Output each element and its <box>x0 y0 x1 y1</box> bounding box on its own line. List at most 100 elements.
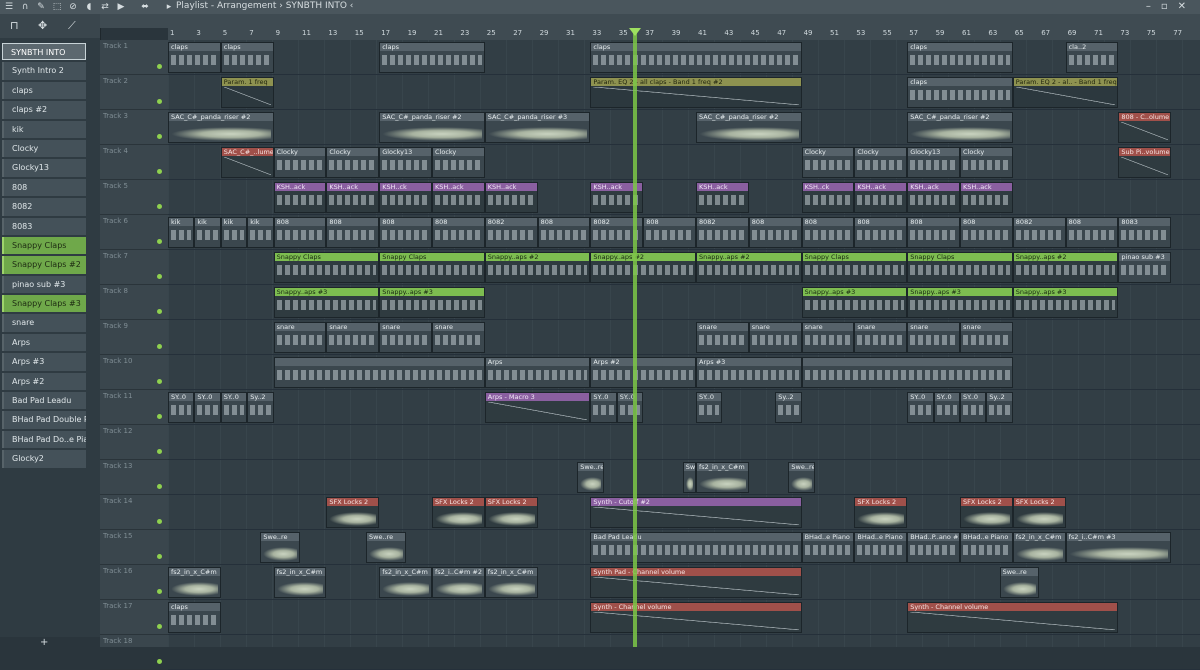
track-header[interactable]: Track 2 <box>100 75 168 110</box>
arrows-icon[interactable]: ⬌ <box>140 2 150 12</box>
playlist-clip[interactable]: claps <box>168 42 221 73</box>
playlist-clip[interactable]: Snappy..aps #3 <box>907 287 1013 318</box>
track-mute-led[interactable] <box>157 309 162 314</box>
playlist-clip[interactable] <box>273 357 485 388</box>
track-mute-led[interactable] <box>157 379 162 384</box>
playlist-clip[interactable]: fs2_in_x_C#m <box>273 567 327 598</box>
playhead[interactable] <box>633 28 637 647</box>
playlist-clip[interactable]: 808 <box>960 217 1013 248</box>
pattern-item[interactable]: 808 <box>2 178 86 197</box>
playlist-clip[interactable]: snare <box>432 322 485 353</box>
playlist-clip[interactable]: snare <box>748 322 802 353</box>
pattern-item[interactable]: claps <box>2 81 86 100</box>
playlist-clip[interactable]: KSH..ack <box>907 182 960 213</box>
playlist-clip[interactable]: KSH..ck <box>379 182 432 213</box>
play-icon[interactable]: ▶ <box>116 2 126 12</box>
track-header[interactable]: Track 1 <box>100 40 168 75</box>
playlist-clip[interactable]: 808 <box>854 217 908 248</box>
playlist-clip[interactable]: fs2_in_x_C#m <box>1012 532 1066 563</box>
pattern-item[interactable]: Snappy Claps <box>2 236 86 255</box>
playlist-clip[interactable]: cla..2 <box>1065 42 1119 73</box>
pattern-item[interactable]: Clocky <box>2 139 86 158</box>
playlist-clip[interactable]: Arps #3 <box>696 357 802 388</box>
playlist-clip[interactable]: KSH..ack <box>960 182 1013 213</box>
track-mute-led[interactable] <box>157 274 162 279</box>
playhead-marker-icon[interactable] <box>629 28 641 36</box>
playlist-clip[interactable]: KSH..ack <box>854 182 908 213</box>
playlist-clip[interactable]: SAC_C#_panda_riser #2 <box>696 112 802 143</box>
playlist-clip[interactable]: KSH..ack <box>326 182 380 213</box>
track-header[interactable]: Track 9 <box>100 320 168 355</box>
playlist-clip[interactable]: BHad..e Piano <box>801 532 855 563</box>
select-icon[interactable]: ⬚ <box>52 2 62 12</box>
playlist-clip[interactable]: Snappy Claps <box>907 252 1013 283</box>
playlist-clip[interactable]: kik <box>247 217 274 248</box>
playlist-clip[interactable]: fs2_in_x_C#m <box>484 567 538 598</box>
playlist-clip[interactable]: fs2_in_x_C#m <box>168 567 221 598</box>
track-header[interactable]: Track 15 <box>100 530 168 565</box>
playlist-clip[interactable]: Snappy..aps #3 <box>273 287 380 318</box>
playlist-clip[interactable]: SY..0 <box>696 392 723 423</box>
playlist-clip[interactable]: Clocky <box>960 147 1013 178</box>
playlist-clip[interactable]: SY..0 <box>933 392 960 423</box>
playlist-clip[interactable]: Synth - Channel volume <box>590 602 802 633</box>
playlist-clip[interactable]: Snappy..aps #2 <box>696 252 802 283</box>
playlist-clip[interactable]: 808 <box>379 217 432 248</box>
track-mute-led[interactable] <box>157 449 162 454</box>
pattern-item[interactable]: Arps #2 <box>2 372 86 391</box>
track-header[interactable]: Track 18 <box>100 635 168 670</box>
playlist-clip[interactable]: SFX Locks 2 <box>854 497 908 528</box>
playlist-clip[interactable]: Synth - Cutoff #2 <box>590 497 802 528</box>
playlist-clip[interactable]: BHad..e Piano <box>854 532 908 563</box>
playlist-clip[interactable]: claps <box>379 42 485 73</box>
playlist-clip[interactable]: KSH..ack <box>696 182 749 213</box>
playlist-clip[interactable]: Clocky <box>432 147 485 178</box>
track-mute-led[interactable] <box>157 344 162 349</box>
playlist-clip[interactable]: claps <box>907 42 1013 73</box>
playlist-clip[interactable]: kik <box>194 217 221 248</box>
playlist-clip[interactable]: fs2_in_x_C#m <box>379 567 432 598</box>
track-mute-led[interactable] <box>157 659 162 664</box>
pattern-item[interactable]: Glocky2 <box>2 450 86 468</box>
playlist-clip[interactable]: Param. EQ 2 - all claps - Band 1 freq #2 <box>590 77 802 108</box>
playlist-clip[interactable]: Swe..re <box>577 462 604 493</box>
playlist-clip[interactable]: Snappy Claps <box>379 252 485 283</box>
playlist-clip[interactable]: 808 <box>326 217 380 248</box>
window-controls[interactable]: –▫✕ <box>1146 1 1196 12</box>
magnet-icon[interactable]: ∩ <box>20 2 30 12</box>
playlist-clip[interactable]: Clocky <box>801 147 855 178</box>
playlist-clip[interactable]: SFX Locks 2 <box>1012 497 1066 528</box>
playlist-clip[interactable]: snare <box>854 322 908 353</box>
playlist-clip[interactable]: Sw <box>682 462 696 493</box>
playlist-clip[interactable]: Swe..re <box>788 462 815 493</box>
move-icon[interactable]: ✥ <box>38 19 47 32</box>
track-header[interactable]: Track 7 <box>100 250 168 285</box>
playlist-clip[interactable]: SY..0 <box>616 392 644 423</box>
track-mute-led[interactable] <box>157 169 162 174</box>
pattern-item[interactable]: SYNBTH INTO <box>2 43 86 61</box>
playlist-clip[interactable]: Snappy..aps #3 <box>801 287 908 318</box>
playlist-clip[interactable]: 8082 <box>696 217 749 248</box>
playlist-clip[interactable]: 808 <box>273 217 327 248</box>
playlist-clip[interactable]: SAC_C#_panda_riser #2 <box>379 112 485 143</box>
playlist-clip[interactable]: Clocky <box>326 147 380 178</box>
track-mute-led[interactable] <box>157 589 162 594</box>
playlist-clip[interactable]: Sy..2 <box>247 392 274 423</box>
track-header[interactable]: Track 10 <box>100 355 168 390</box>
arrow-right-icon[interactable]: ▸ <box>164 2 174 12</box>
pattern-item[interactable]: Arps <box>2 333 86 352</box>
track-mute-led[interactable] <box>157 554 162 559</box>
playlist-clip[interactable]: claps <box>220 42 274 73</box>
playlist-clip[interactable]: Snappy..aps #3 <box>1012 287 1119 318</box>
playlist-clip[interactable]: fs2_in_x_C#m <box>696 462 749 493</box>
pattern-item[interactable]: BHad Pad Do..e Piano #2 <box>2 430 86 449</box>
playlist-clip[interactable]: BHad..P..ano #2 <box>907 532 960 563</box>
pattern-item[interactable]: kik <box>2 120 86 138</box>
playlist-clip[interactable]: KSH..ack <box>484 182 538 213</box>
playlist-clip[interactable]: SFX Locks 2 <box>960 497 1013 528</box>
playlist-clip[interactable]: SY..0 <box>220 392 248 423</box>
playlist-clip[interactable]: Param. 1 freq <box>220 77 274 108</box>
playlist-clip[interactable]: Snappy..aps #2 <box>590 252 696 283</box>
brush-icon[interactable]: ✎ <box>36 2 46 12</box>
playlist-clip[interactable]: Snappy Claps <box>801 252 908 283</box>
